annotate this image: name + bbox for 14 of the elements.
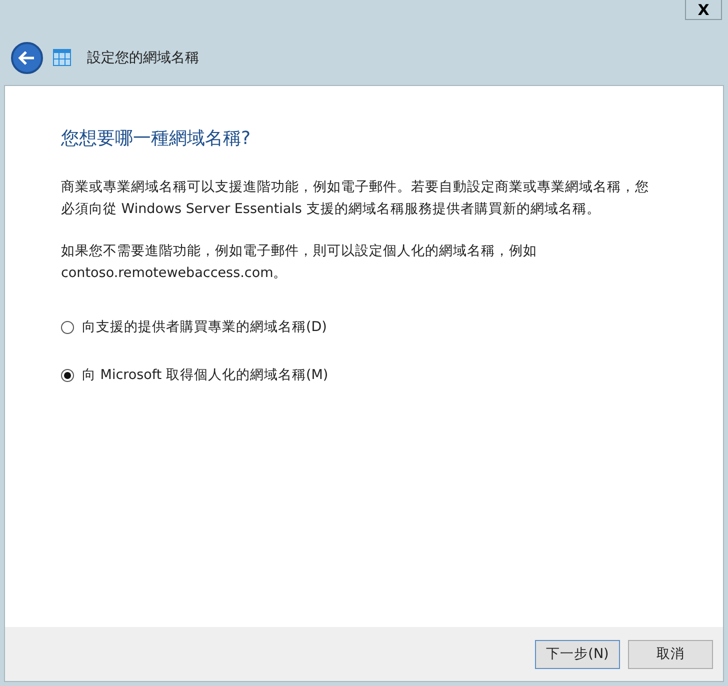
radio-option[interactable]: 向支援的提供者購買專業的網域名稱(D) bbox=[61, 318, 327, 336]
page-heading: 您想要哪一種網域名稱? bbox=[61, 127, 252, 150]
window-grid-icon bbox=[53, 49, 71, 66]
back-arrow-icon bbox=[18, 50, 36, 66]
radio-button[interactable] bbox=[61, 368, 74, 382]
next-button[interactable]: 下一步(N) bbox=[535, 640, 620, 668]
back-button[interactable] bbox=[11, 42, 43, 74]
radio-option[interactable]: 向 Microsoft 取得個人化的網域名稱(M) bbox=[61, 366, 328, 384]
close-button[interactable]: X bbox=[685, 0, 722, 20]
description-text: 如果您不需要進階功能，例如電子郵件，則可以設定個人化的網域名稱，例如 contoso.remotewebaccess.com。 bbox=[61, 242, 538, 283]
window-title: 設定您的網域名稱 bbox=[87, 48, 199, 66]
description-text: 商業或專業網域名稱可以支援進階功能，例如電子郵件。若要自動設定商業或專業網域名稱，您必須向從 Windows Server Essentials 支援的網域名稱服務提供者購買新的網域名稱。 bbox=[61, 178, 650, 219]
cancel-button[interactable]: 取消 bbox=[628, 640, 713, 668]
radio-button[interactable] bbox=[61, 320, 74, 334]
